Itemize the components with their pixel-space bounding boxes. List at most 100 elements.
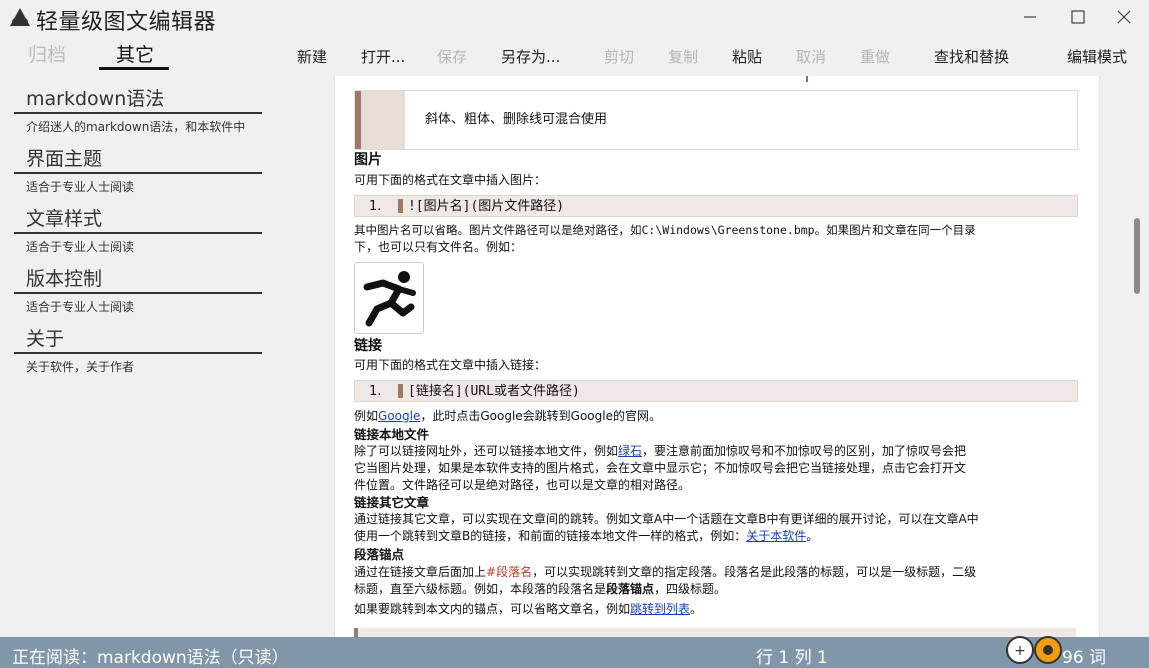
text: 使用一个跳转到文章B的链接，和前面的链接本地文件一样的格式，例如： [354,529,747,543]
find-replace-button[interactable]: 查找和替换 [934,46,1009,67]
status-bar: 正在阅读：markdown语法（只读） 行 1 列 1 96 词 [0,637,1149,668]
greenstone-link[interactable]: 绿石 [618,444,642,458]
paragraph: 使用一个跳转到文章B的链接，和前面的链接本地文件一样的格式，例如：关于本软件。 [354,528,1078,545]
example-image [354,262,424,334]
minimize-icon [1024,16,1036,18]
code-mark [398,199,403,213]
paragraph: 它当图片处理，如果是本软件支持的图片格式，会在文章中显示它；不加惊叹号会把它当链… [354,461,967,475]
sidebar-item-about[interactable]: 关于 关于软件，关于作者 [14,326,262,375]
code-mark [354,628,358,637]
paragraph: 其中图片名可以省略。图片文件路径可以是绝对路径，如C:\Windows\Gree… [354,223,976,237]
edit-mode-button[interactable]: 编辑模式 [1067,46,1127,67]
anchor-syntax: #段落名 [486,565,533,579]
tab-other[interactable]: 其它 [116,40,154,67]
top-marker [806,76,808,82]
paragraph: 件位置。文件路径可以是绝对路径，也可以是文章的相对路径。 [354,478,691,492]
text: 。 [690,602,703,616]
paragraph: 除了可以链接网址外，还可以链接本地文件，例如绿石，要注意前面加惊叹号和不加惊叹号… [354,443,1078,460]
paragraph: 可用下面的格式在文章中插入图片： [354,173,547,187]
save-as-button[interactable]: 另存为... [501,46,560,67]
code-text: [链接名](URL或者文件路径) [408,384,580,399]
sidebar-item-markdown[interactable]: markdown语法 介绍迷人的markdown语法，和本软件中 [14,86,262,135]
copy-button[interactable]: 复制 [668,46,698,67]
code-line-number: 1. [369,199,382,214]
save-button[interactable]: 保存 [437,46,467,67]
maximize-icon [1071,10,1085,24]
blockquote: 斜体、粗体、删除线可混合使用 [354,90,1078,150]
minimize-button[interactable] [1010,4,1050,30]
text: 如果要跳转到本文内的锚点，可以省略文章名，例如 [354,602,631,616]
watermark-icon: + [1006,636,1062,664]
toolbar: 新建 打开... 保存 另存为... 剪切 复制 粘贴 取消 重做 查找和替换 … [285,38,1149,72]
sidebar: markdown语法 介绍迷人的markdown语法，和本软件中 界面主题 适合… [0,76,285,637]
status-cursor-position: 行 1 列 1 [756,648,828,668]
paragraph: 下，也可以只有文件名。例如： [354,240,523,254]
redo-button[interactable]: 重做 [860,46,890,67]
text: 。 [806,529,819,543]
text: 例如 [354,409,379,423]
sidebar-item-desc: 适合于专业人士阅读 [26,180,135,194]
sidebar-item-desc: 适合于专业人士阅读 [26,300,135,314]
code-text: ![图片名](图片文件路径) [408,199,565,214]
sidebar-item-desc: 关于软件，关于作者 [26,360,135,374]
maximize-button[interactable] [1058,4,1098,30]
paragraph: 例如Google，此时点击Google会跳转到Google的官网。 [354,408,1078,425]
quote-text: 斜体、粗体、删除线可混合使用 [425,112,608,127]
sidebar-item-title: 版本控制 [14,266,262,294]
paragraph: 通过链接其它文章，可以实现在文章间的跳转。例如文章A中一个话题在文章B中有更详细… [354,512,979,526]
code-block: 1. ![图片名](图片文件路径) [354,195,1078,217]
undo-button[interactable]: 取消 [796,46,826,67]
new-button[interactable]: 新建 [297,46,327,67]
open-button[interactable]: 打开... [361,46,405,67]
sidebar-item-title: markdown语法 [14,86,262,114]
title-bar: 轻量级图文编辑器 [0,0,1149,36]
cut-button[interactable]: 剪切 [604,46,634,67]
heading-images: 图片 [354,152,382,168]
about-software-link[interactable]: 关于本软件 [746,529,806,543]
document-view[interactable]: 斜体、粗体、删除线可混合使用 图片 可用下面的格式在文章中插入图片： 1. ![… [334,76,1100,637]
text: ，此时点击Google会跳转到Google的官网。 [420,409,661,423]
vertical-scrollbar[interactable] [1132,76,1149,637]
scrollbar-thumb[interactable] [1134,218,1140,294]
heading-other-article: 链接其它文章 [354,495,430,510]
text: 通过在链接文章后面加上 [354,565,487,579]
text: ，四级标题。 [654,582,727,596]
anchor-name: 段落锚点 [606,582,655,596]
svg-text:+: + [1014,643,1026,659]
text: 除了可以链接网址外，还可以链接本地文件，例如 [354,444,619,458]
code-block-partial [354,628,1076,637]
paragraph: 通过在链接文章后面加上#段落名，可以实现跳转到文章的指定段落。段落名是此段落的标… [354,564,1078,581]
status-reading: 正在阅读：markdown语法（只读） [12,648,289,668]
code-line-number: 1. [369,384,382,399]
sidebar-item-title: 关于 [14,326,262,354]
tab-archive[interactable]: 归档 [28,40,66,67]
text: ，要注意前面加惊叹号和不加惊叹号的区别，加了惊叹号会把 [642,444,967,458]
heading-anchor: 段落锚点 [354,547,405,562]
sidebar-item-desc: 介绍迷人的markdown语法，和本软件中 [26,120,246,134]
app-title: 轻量级图文编辑器 [36,10,217,35]
heading-links: 链接 [354,338,382,354]
text: ，可以实现跳转到文章的指定段落。段落名是此段落的标题，可以是一级标题，二级 [532,565,977,579]
active-tab-indicator [99,67,169,70]
code-mark [398,384,403,398]
text: 标题，直至六级标题。例如，本段落的段落名是 [354,582,607,596]
close-button[interactable] [1104,4,1144,30]
app-logo-icon [10,8,30,26]
heading-local-file: 链接本地文件 [354,427,430,442]
paragraph: 如果要跳转到本文内的锚点，可以省略文章名，例如跳转到列表。 [354,601,1078,618]
paste-button[interactable]: 粘贴 [732,46,762,67]
jump-to-list-link[interactable]: 跳转到列表 [630,602,690,616]
sidebar-item-title: 界面主题 [14,146,262,174]
status-word-count: 96 词 [1062,648,1107,668]
code-block: 1. [链接名](URL或者文件路径) [354,380,1078,402]
sidebar-item-version[interactable]: 版本控制 适合于专业人士阅读 [14,266,262,315]
sidebar-item-desc: 适合于专业人士阅读 [26,240,135,254]
sidebar-item-theme[interactable]: 界面主题 适合于专业人士阅读 [14,146,262,195]
paragraph: 标题，直至六级标题。例如，本段落的段落名是段落锚点，四级标题。 [354,581,1078,598]
google-link[interactable]: Google [378,409,420,423]
sidebar-item-style[interactable]: 文章样式 适合于专业人士阅读 [14,206,262,255]
close-icon [1117,10,1131,24]
runner-icon [363,271,416,327]
paragraph: 可用下面的格式在文章中插入链接： [354,358,547,372]
sidebar-item-title: 文章样式 [14,206,262,234]
